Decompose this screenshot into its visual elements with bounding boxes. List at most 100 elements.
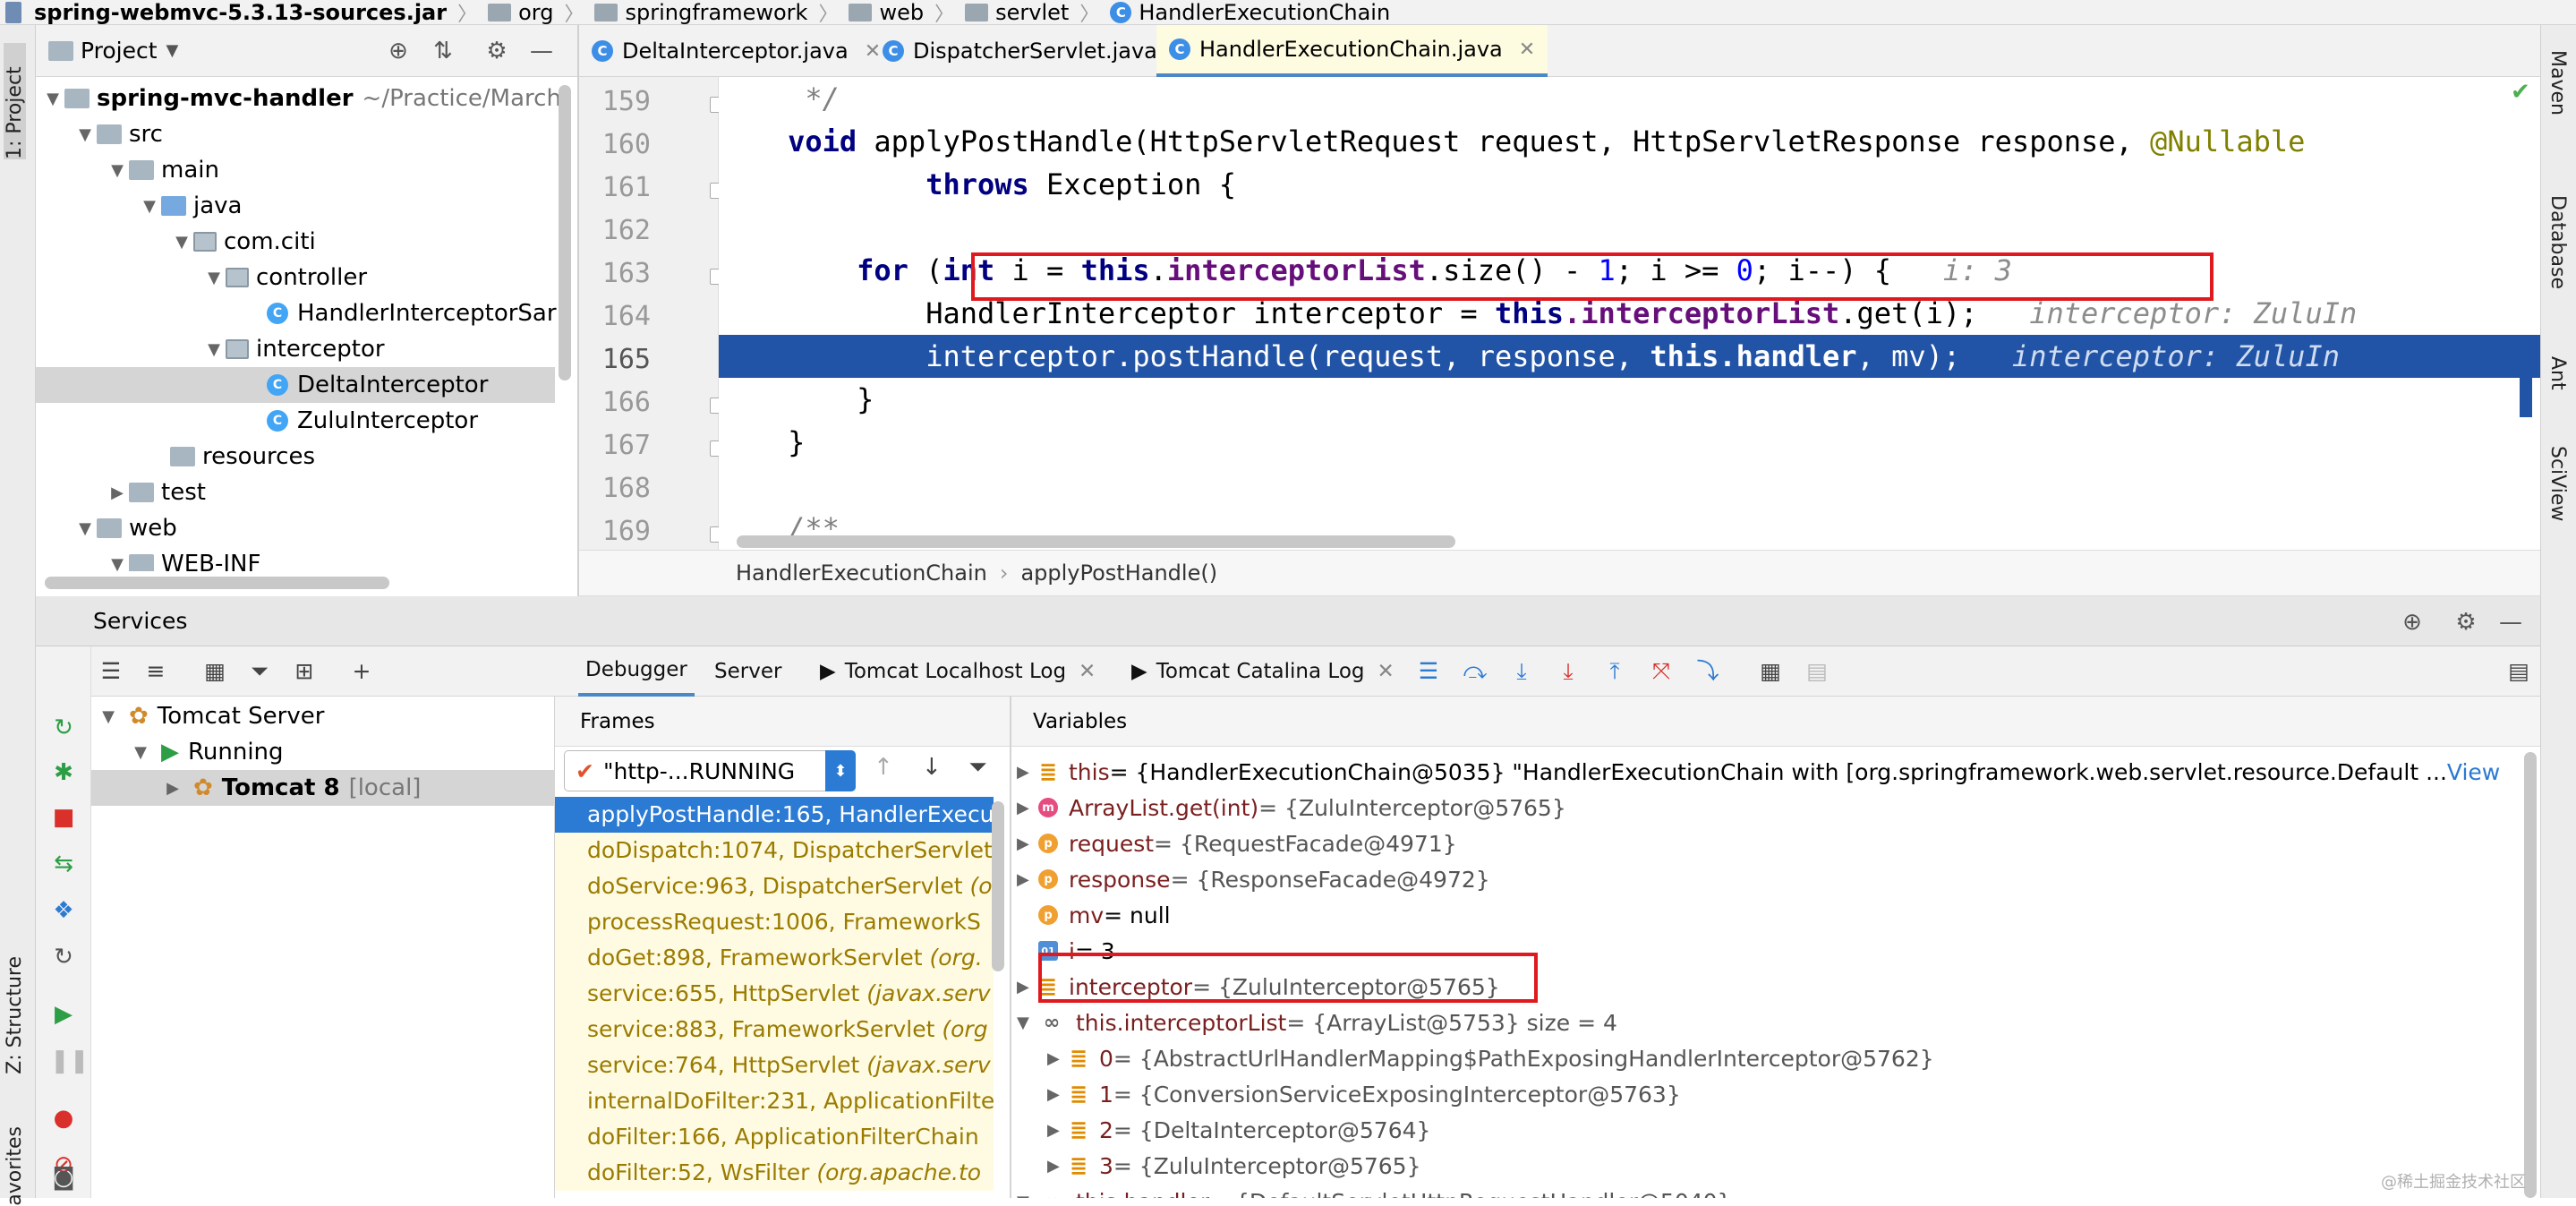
variable-list-item-1[interactable]: ▶ ≣ 1 = {ConversionServiceExposingIntercep… (1047, 1076, 1681, 1112)
breadcrumb-web[interactable]: web (849, 0, 924, 24)
next-frame-icon[interactable]: ↓ (922, 754, 942, 781)
frame-item[interactable]: applyPostHandle:165, HandlerExecu (555, 797, 994, 833)
variable-request[interactable]: ▶ p request = {RequestFacade@4971} (1017, 825, 1457, 861)
tree-horizontal-scrollbar[interactable] (45, 577, 389, 589)
trace-icon[interactable]: ▤ (1804, 659, 1830, 684)
structure-tool-tab[interactable]: Z: Structure (4, 956, 26, 1074)
chevron-down-icon[interactable]: ▼ (73, 125, 97, 144)
chevron-down-icon[interactable]: ▼ (1017, 1193, 1038, 1199)
frame-item[interactable]: doGet:898, FrameworkServlet (org. (555, 940, 994, 976)
chevron-down-icon[interactable]: ▼ (170, 233, 193, 252)
minimize-icon[interactable]: — (528, 38, 555, 64)
tree-item-delta-interceptor[interactable]: C DeltaInterceptor (267, 367, 488, 403)
chevron-down-icon[interactable]: ▼ (202, 269, 226, 287)
variable-list-item-0[interactable]: ▶ ≣ 0 = {AbstractUrlHandlerMapping$PathExp… (1047, 1040, 1934, 1076)
ant-tool-tab[interactable]: Ant (2546, 356, 2569, 390)
close-icon[interactable]: ✕ (1378, 660, 1395, 683)
service-tomcat-server[interactable]: ▼ ✿ Tomcat Server (97, 698, 324, 734)
show-execution-point-icon[interactable]: ☰ (1416, 659, 1441, 684)
step-out-icon[interactable]: ⤒ (1602, 659, 1627, 684)
variable-mv[interactable]: p mv = null (1038, 897, 1171, 933)
drop-frame-icon[interactable]: ⤧ (1649, 659, 1674, 684)
chevron-down-icon[interactable]: ▼ (202, 340, 226, 359)
variable-handler[interactable]: ▼∞this.handler = {DefaultServletHttpRequ… (1017, 1184, 1731, 1199)
tree-item-main[interactable]: ▼ main (106, 152, 219, 188)
refresh-icon[interactable]: ↻ (50, 944, 77, 971)
project-panel-title[interactable]: Project (81, 38, 158, 64)
gear-icon[interactable]: ⚙ (483, 38, 510, 64)
chevron-right-icon[interactable]: ▶ (1017, 799, 1038, 817)
chevron-down-icon[interactable]: ▼ (166, 41, 179, 60)
tab-delta-interceptor[interactable]: C DeltaInterceptor.java ✕ (579, 25, 893, 77)
editor-gutter[interactable]: 159 160 161 162 163 164 165 166 167 168 … (579, 77, 726, 550)
tree-item-src[interactable]: ▼ src (73, 116, 163, 152)
tree-item-web[interactable]: ▼ web (73, 510, 177, 546)
tree-item-controller[interactable]: ▼ controller (202, 260, 367, 295)
variable-arraylist-get[interactable]: ▶ m ArrayList.get(int) = {ZuluInterceptor@… (1017, 790, 1566, 825)
chevron-right-icon[interactable]: ▶ (1047, 1157, 1069, 1176)
tab-debugger[interactable]: Debugger (578, 646, 695, 697)
chevron-down-icon[interactable]: ▼ (106, 161, 129, 180)
new-service-icon[interactable]: ⊞ (292, 659, 317, 684)
tree-item-com-citi[interactable]: ▼ com.citi (170, 224, 316, 260)
breadcrumb-springframework[interactable]: springframework (594, 0, 807, 24)
service-tomcat-8[interactable]: ▶ ✿ Tomcat 8 [local] (161, 770, 421, 806)
group-by-icon[interactable]: ▦ (202, 659, 227, 684)
step-into-icon[interactable]: ⤓ (1509, 659, 1534, 684)
no-problems-check-icon[interactable]: ✔ (2511, 79, 2530, 106)
globe-icon[interactable]: ⊕ (2399, 609, 2426, 636)
database-tool-tab[interactable]: Database (2546, 195, 2569, 289)
force-step-into-icon[interactable]: ⤓ (1556, 659, 1581, 684)
tree-item-web-inf[interactable]: ▼ WEB-INF (106, 546, 260, 571)
previous-frame-icon[interactable]: ↑ (874, 754, 893, 781)
run-to-cursor-icon[interactable]: ⤵ (1695, 659, 1720, 684)
tab-tomcat-localhost-log[interactable]: ▶ Tomcat Localhost Log ✕ (820, 646, 1096, 697)
editor-horizontal-scrollbar[interactable] (737, 535, 1455, 548)
tree-item-java[interactable]: ▼ java (138, 188, 242, 224)
frame-item[interactable]: processRequest:1006, FrameworkS (555, 904, 994, 940)
crumb-method[interactable]: applyPostHandle() (1020, 560, 1217, 586)
resume-icon[interactable]: ▶ (50, 1001, 77, 1028)
layout-icon[interactable]: ▤ (2506, 659, 2531, 684)
service-running[interactable]: ▼ ▶ Running (129, 734, 283, 770)
frame-item[interactable]: service:655, HttpServlet (javax.serv (555, 976, 994, 1012)
chevron-down-icon[interactable]: ▼ (97, 707, 120, 726)
collapse-all-icon[interactable]: ⇅ (430, 38, 456, 64)
crumb-class[interactable]: HandlerExecutionChain (736, 560, 987, 586)
chevron-down-icon[interactable]: ▼ (73, 519, 97, 538)
debug-icon[interactable]: ✱ (50, 759, 77, 786)
frames-scrollbar[interactable] (992, 801, 1004, 971)
variable-response[interactable]: ▶ p response = {ResponseFacade@4972} (1017, 861, 1490, 897)
breadcrumb-jar[interactable]: spring-webmvc-5.3.13-sources.jar (5, 0, 447, 24)
maven-tool-tab[interactable]: Maven (2546, 50, 2569, 115)
pause-icon[interactable]: ❚❚ (50, 1048, 90, 1074)
tree-item-handler-interceptor-sample[interactable]: C HandlerInterceptorSar (267, 295, 557, 331)
sciview-tool-tab[interactable]: SciView (2546, 446, 2569, 521)
chevron-right-icon[interactable]: ▶ (1047, 1121, 1069, 1140)
chevron-right-icon[interactable]: ▶ (161, 779, 184, 798)
view-breakpoints-icon[interactable]: ● (50, 1105, 77, 1132)
locate-icon[interactable]: ⊕ (385, 38, 412, 64)
chevron-right-icon[interactable]: ▶ (1017, 763, 1038, 782)
artifact-icon[interactable]: ❖ (50, 897, 77, 924)
chevron-right-icon[interactable]: ▶ (1047, 1085, 1069, 1104)
scroll-position-marker[interactable] (2520, 367, 2532, 417)
frame-item[interactable]: doFilter:166, ApplicationFilterChain (555, 1119, 994, 1155)
frame-item[interactable]: doDispatch:1074, DispatcherServlet (555, 833, 994, 868)
filter-icon[interactable]: ⏷ (968, 754, 987, 782)
breadcrumb-class[interactable]: C HandlerExecutionChain (1110, 0, 1390, 24)
variable-list-item-3[interactable]: ▶ ≣ 3 = {ZuluInterceptor@5765} (1047, 1148, 1421, 1184)
chevron-updown-icon[interactable]: ⬍ (825, 750, 856, 791)
chevron-right-icon[interactable]: ▶ (1047, 1049, 1069, 1068)
project-tool-tab[interactable]: 1: Project (4, 43, 26, 159)
gear-icon[interactable]: ⚙ (2452, 609, 2479, 636)
stop-icon[interactable]: ■ (50, 804, 77, 831)
tree-vertical-scrollbar[interactable] (559, 85, 571, 381)
chevron-down-icon[interactable]: ▼ (129, 743, 152, 762)
code-editor[interactable]: */ void applyPostHandle(HttpServletReque… (719, 77, 2540, 550)
evaluate-expression-icon[interactable]: ▦ (1758, 659, 1783, 684)
breadcrumb-servlet[interactable]: servlet (965, 0, 1069, 24)
thread-selector[interactable]: ✔ "http-...RUNNING (564, 750, 856, 791)
breadcrumb-org[interactable]: org (488, 0, 553, 24)
variable-this[interactable]: ▶ ≣ this = {HandlerExecutionChain@5035} "H… (1017, 754, 2500, 790)
